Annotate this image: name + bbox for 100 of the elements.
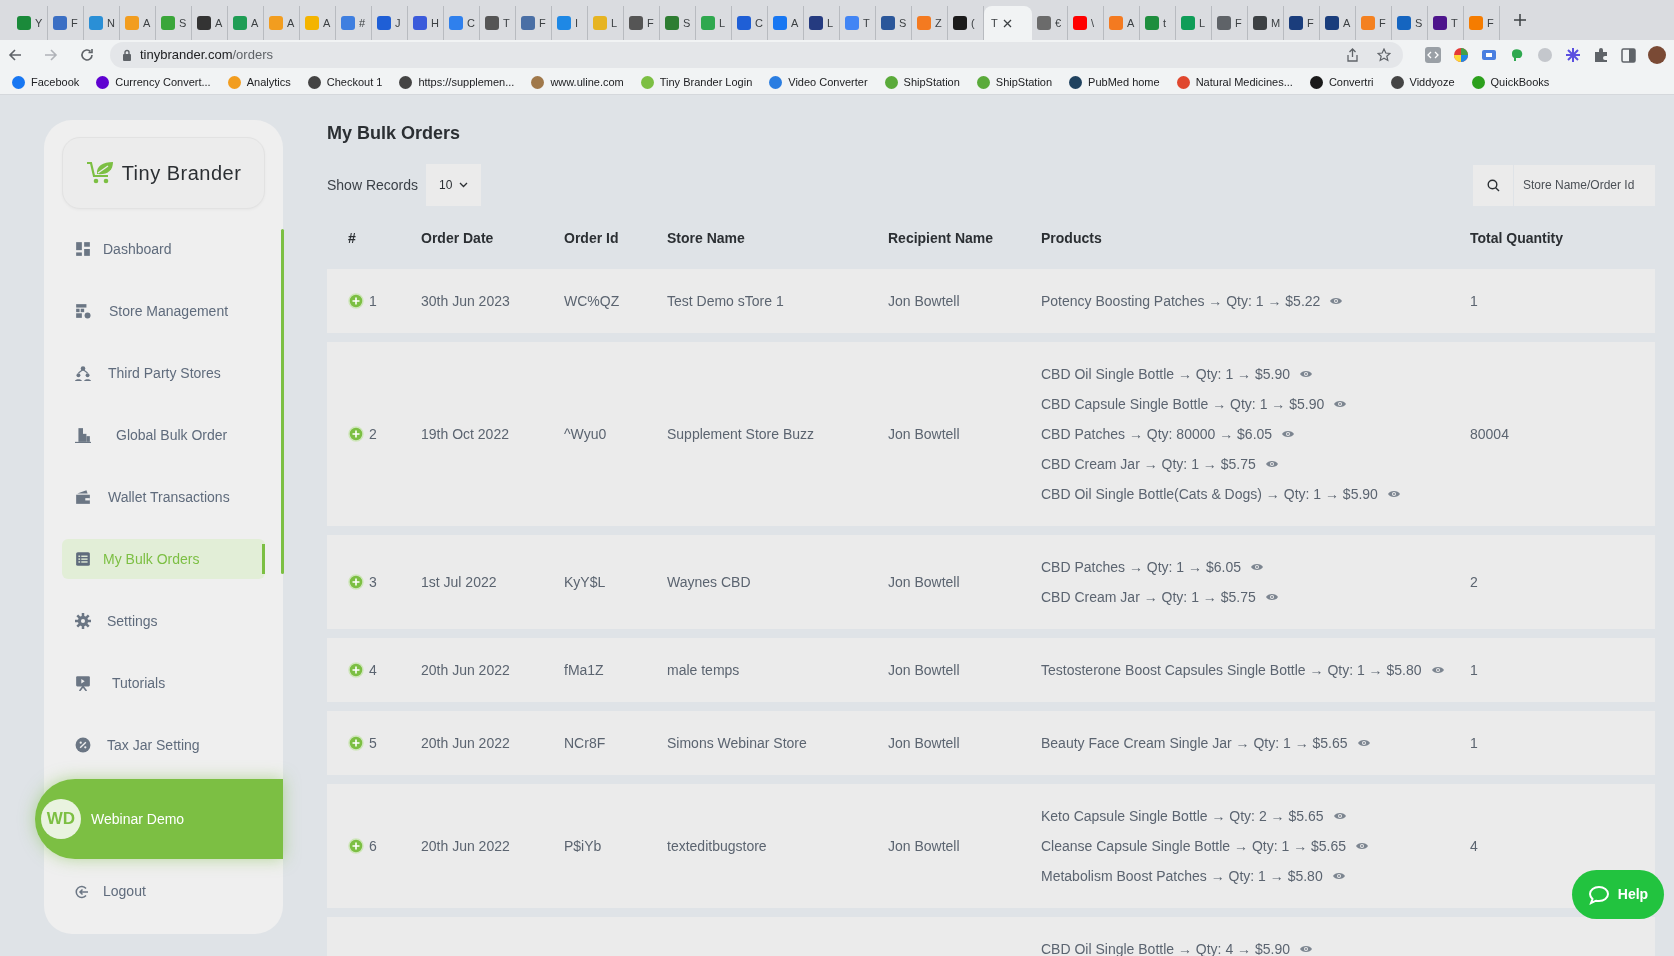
column-header: Order Date — [421, 228, 495, 248]
sidebar-item[interactable]: Store Management — [62, 291, 265, 331]
sidebar-item[interactable]: Tax Jar Setting — [62, 725, 265, 765]
view-eye-icon[interactable] — [1299, 944, 1313, 954]
table-cell: Simons Webinar Store — [667, 734, 807, 751]
puzzle-icon[interactable] — [1593, 47, 1609, 63]
sparkle-icon[interactable] — [1565, 47, 1581, 63]
product-line: Potency Boosting Patches → Qty: 1 → $5.22 — [1041, 291, 1321, 311]
product-line: CBD Patches → Qty: 80000 → $6.05 — [1041, 424, 1273, 444]
view-eye-icon[interactable] — [1264, 592, 1279, 602]
scrollbar[interactable] — [281, 229, 284, 574]
bookmark-link[interactable]: Analytics — [227, 73, 291, 91]
table-cell: WC%QZ — [564, 292, 620, 309]
table-cell: Supplement Store Buzz — [667, 425, 815, 442]
side-panel-icon[interactable] — [1621, 47, 1636, 63]
table-cell: NCr8F — [564, 734, 606, 751]
color-wheel-icon[interactable] — [1453, 47, 1469, 63]
view-eye-icon[interactable] — [1430, 665, 1445, 675]
view-eye-icon[interactable] — [1250, 562, 1264, 572]
table-cell: Jon Bowtell — [888, 837, 960, 854]
new-tab-icon[interactable] — [1514, 14, 1526, 26]
forward-icon[interactable] — [44, 48, 58, 62]
sidebar-item[interactable]: Settings — [62, 601, 265, 641]
logout-link[interactable]: Logout — [75, 881, 283, 902]
table-cell: Jon Bowtell — [888, 425, 960, 442]
view-eye-icon[interactable] — [1281, 429, 1296, 439]
view-eye-icon[interactable] — [1299, 369, 1313, 379]
bookmark-link[interactable]: PubMed home — [1069, 73, 1160, 91]
bookmark-link[interactable]: Facebook — [12, 73, 80, 91]
chevron-icon — [459, 182, 469, 188]
bookmark-link[interactable]: Currency Convert... — [96, 73, 211, 91]
expand-icon[interactable] — [348, 293, 364, 309]
product-line: CBD Oil Single Bottle → Qty: 1 → $5.90 — [1041, 364, 1290, 384]
code-extension-icon[interactable] — [1425, 47, 1441, 63]
page-title: My Bulk Orders — [327, 122, 462, 145]
records-select[interactable]: 10 — [426, 164, 482, 206]
reload-icon[interactable] — [80, 48, 94, 62]
row-number: 6 — [369, 836, 377, 856]
share-icon[interactable] — [1346, 48, 1359, 62]
expand-icon[interactable] — [348, 735, 364, 751]
bookmark-link[interactable]: Convertri — [1309, 73, 1374, 91]
view-eye-icon[interactable] — [1355, 841, 1370, 851]
table-cell: male temps — [667, 661, 740, 678]
sidebar-item[interactable]: Tutorials — [62, 663, 265, 703]
view-eye-icon[interactable] — [1264, 459, 1279, 469]
expand-icon[interactable] — [348, 662, 364, 678]
sidebar-item[interactable]: Dashboard — [62, 229, 265, 269]
store-gear-icon — [75, 303, 91, 319]
table-cell: Jon Bowtell — [888, 573, 960, 590]
tag-extension-icon[interactable] — [1481, 47, 1497, 63]
table-cell: 80004 — [1470, 425, 1509, 442]
lock-icon — [122, 49, 132, 61]
bookmark-link[interactable]: QuickBooks — [1471, 73, 1550, 91]
view-eye-icon[interactable] — [1386, 489, 1401, 499]
bookmark-link[interactable]: ShipStation — [884, 73, 960, 91]
browser-tab[interactable]: T — [984, 6, 1032, 40]
product-line: CBD Cream Jar → Qty: 1 → $5.75 — [1041, 454, 1256, 474]
profile-avatar[interactable] — [1648, 46, 1666, 64]
bookmark-link[interactable]: Viddyoze — [1390, 73, 1455, 91]
table-cell: ^Wyu0 — [564, 425, 607, 442]
bookmark-link[interactable]: Natural Medicines... — [1176, 73, 1293, 91]
bookmark-link[interactable]: Tiny Brander Login — [640, 73, 753, 91]
view-eye-icon[interactable] — [1329, 296, 1344, 306]
sidebar-item[interactable]: Global Bulk Order — [62, 415, 265, 455]
column-header: Store Name — [667, 228, 746, 248]
search-field[interactable]: Store Name/Order Id — [1514, 164, 1655, 206]
address-bar[interactable]: tinybrander.com/orders — [110, 42, 1403, 68]
expand-icon[interactable] — [348, 426, 364, 442]
bookmark-link[interactable]: https://supplemen... — [399, 73, 515, 91]
user-name: Webinar Demo — [91, 809, 185, 829]
view-eye-icon[interactable] — [1333, 399, 1348, 409]
view-eye-icon[interactable] — [1356, 738, 1371, 748]
bookmark-link[interactable]: Video Converter — [769, 73, 868, 91]
product-line: Testosterone Boost Capsules Single Bottle → Qty: 1 → $5.80 — [1041, 660, 1422, 680]
expand-icon[interactable] — [348, 838, 364, 854]
sidebar-item[interactable]: Wallet Transactions — [62, 477, 265, 517]
row-number: 3 — [369, 572, 377, 592]
table-cell: Jon Bowtell — [888, 661, 960, 678]
expand-icon[interactable] — [348, 574, 364, 590]
table-cell: 1st Jul 2022 — [421, 573, 497, 590]
percent-icon — [75, 737, 91, 753]
brand-name: Tiny Brander — [121, 161, 242, 186]
table-cell: 30th Jun 2023 — [421, 292, 510, 309]
search-button[interactable] — [1473, 164, 1513, 206]
table-cell: Jon Bowtell — [888, 734, 960, 751]
back-icon[interactable] — [8, 48, 22, 62]
bookmark-link[interactable]: ShipStation — [976, 73, 1053, 91]
view-eye-icon[interactable] — [1331, 871, 1346, 881]
search-icon — [1486, 178, 1500, 192]
buildings-icon — [75, 427, 91, 443]
row-number: 5 — [369, 733, 377, 753]
table-cell: 20th Jun 2022 — [421, 837, 510, 854]
row-number: 4 — [369, 660, 377, 680]
table-cell: Test Demo sTore 1 — [667, 292, 784, 309]
bookmark-link[interactable]: Checkout 1 — [307, 73, 383, 91]
bookmark-link[interactable]: www.uline.com — [531, 73, 624, 91]
sidebar-item[interactable]: Third Party Stores — [62, 353, 265, 393]
table-cell: 20th Jun 2022 — [421, 734, 510, 751]
view-eye-icon[interactable] — [1332, 811, 1347, 821]
star-icon[interactable] — [1377, 48, 1391, 62]
